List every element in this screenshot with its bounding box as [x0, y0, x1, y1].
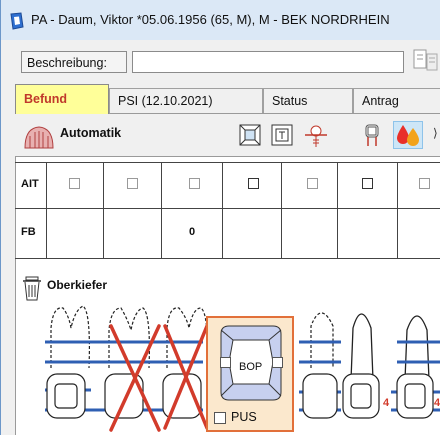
periodontal-chart-window: PA - Daum, Viktor *05.06.1956 (65, M), M…: [0, 0, 440, 435]
app-icon: [9, 12, 25, 35]
bop-label: BOP: [239, 361, 263, 373]
crown-icon[interactable]: [359, 121, 385, 149]
grid-col-line: [161, 162, 162, 258]
tooth-number: 4: [434, 397, 440, 409]
grid-col-line: [103, 162, 104, 258]
grid-bottom-line: [15, 258, 440, 259]
description-label: Beschreibung:: [21, 51, 127, 73]
jaw-label: Oberkiefer: [47, 278, 108, 292]
ait-checkbox[interactable]: [248, 178, 259, 189]
row-label-fb: FB: [21, 226, 36, 238]
window-title: PA - Daum, Viktor *05.06.1956 (65, M), M…: [31, 12, 390, 27]
pus-checkbox[interactable]: [214, 412, 226, 424]
automatic-mode-icon[interactable]: [22, 124, 56, 155]
tooth-number: 4: [383, 397, 390, 409]
bleeding-icon[interactable]: [393, 121, 423, 149]
furcation-icon[interactable]: [237, 121, 263, 149]
ait-checkbox[interactable]: [69, 178, 80, 189]
trash-icon[interactable]: [22, 276, 42, 307]
tab-antrag[interactable]: Antrag: [353, 88, 440, 113]
bop-left-checkbox[interactable]: [220, 357, 231, 368]
ait-checkbox[interactable]: [362, 178, 373, 189]
grid-top-line: [15, 162, 440, 163]
bop-right-checkbox[interactable]: [272, 357, 283, 368]
grid-col-line: [337, 162, 338, 258]
ait-checkbox[interactable]: [307, 178, 318, 189]
notes-icon[interactable]: [409, 48, 440, 79]
grid-col-line: [222, 162, 223, 258]
implant-icon[interactable]: [303, 121, 329, 149]
tab-psi[interactable]: PSI (12.10.2021): [109, 88, 263, 113]
pus-label[interactable]: PUS: [231, 410, 257, 424]
ait-checkbox[interactable]: [419, 178, 430, 189]
automatic-mode-label[interactable]: Automatik: [60, 126, 121, 140]
grid-col-line: [397, 162, 398, 258]
ait-checkbox[interactable]: [127, 178, 138, 189]
mobility-icon[interactable]: [269, 121, 295, 149]
ait-checkbox[interactable]: [189, 178, 200, 189]
row-label-ait: AIT: [21, 178, 39, 190]
tab-befund[interactable]: Befund: [15, 84, 109, 114]
grid-col-line: [46, 162, 47, 258]
tab-status[interactable]: Status: [263, 88, 353, 113]
grid-mid-line: [15, 208, 440, 209]
more-tools-icon[interactable]: ⟩: [433, 126, 440, 146]
description-input[interactable]: [132, 51, 404, 73]
grid-col-line: [281, 162, 282, 258]
fb-value[interactable]: 0: [189, 226, 195, 238]
